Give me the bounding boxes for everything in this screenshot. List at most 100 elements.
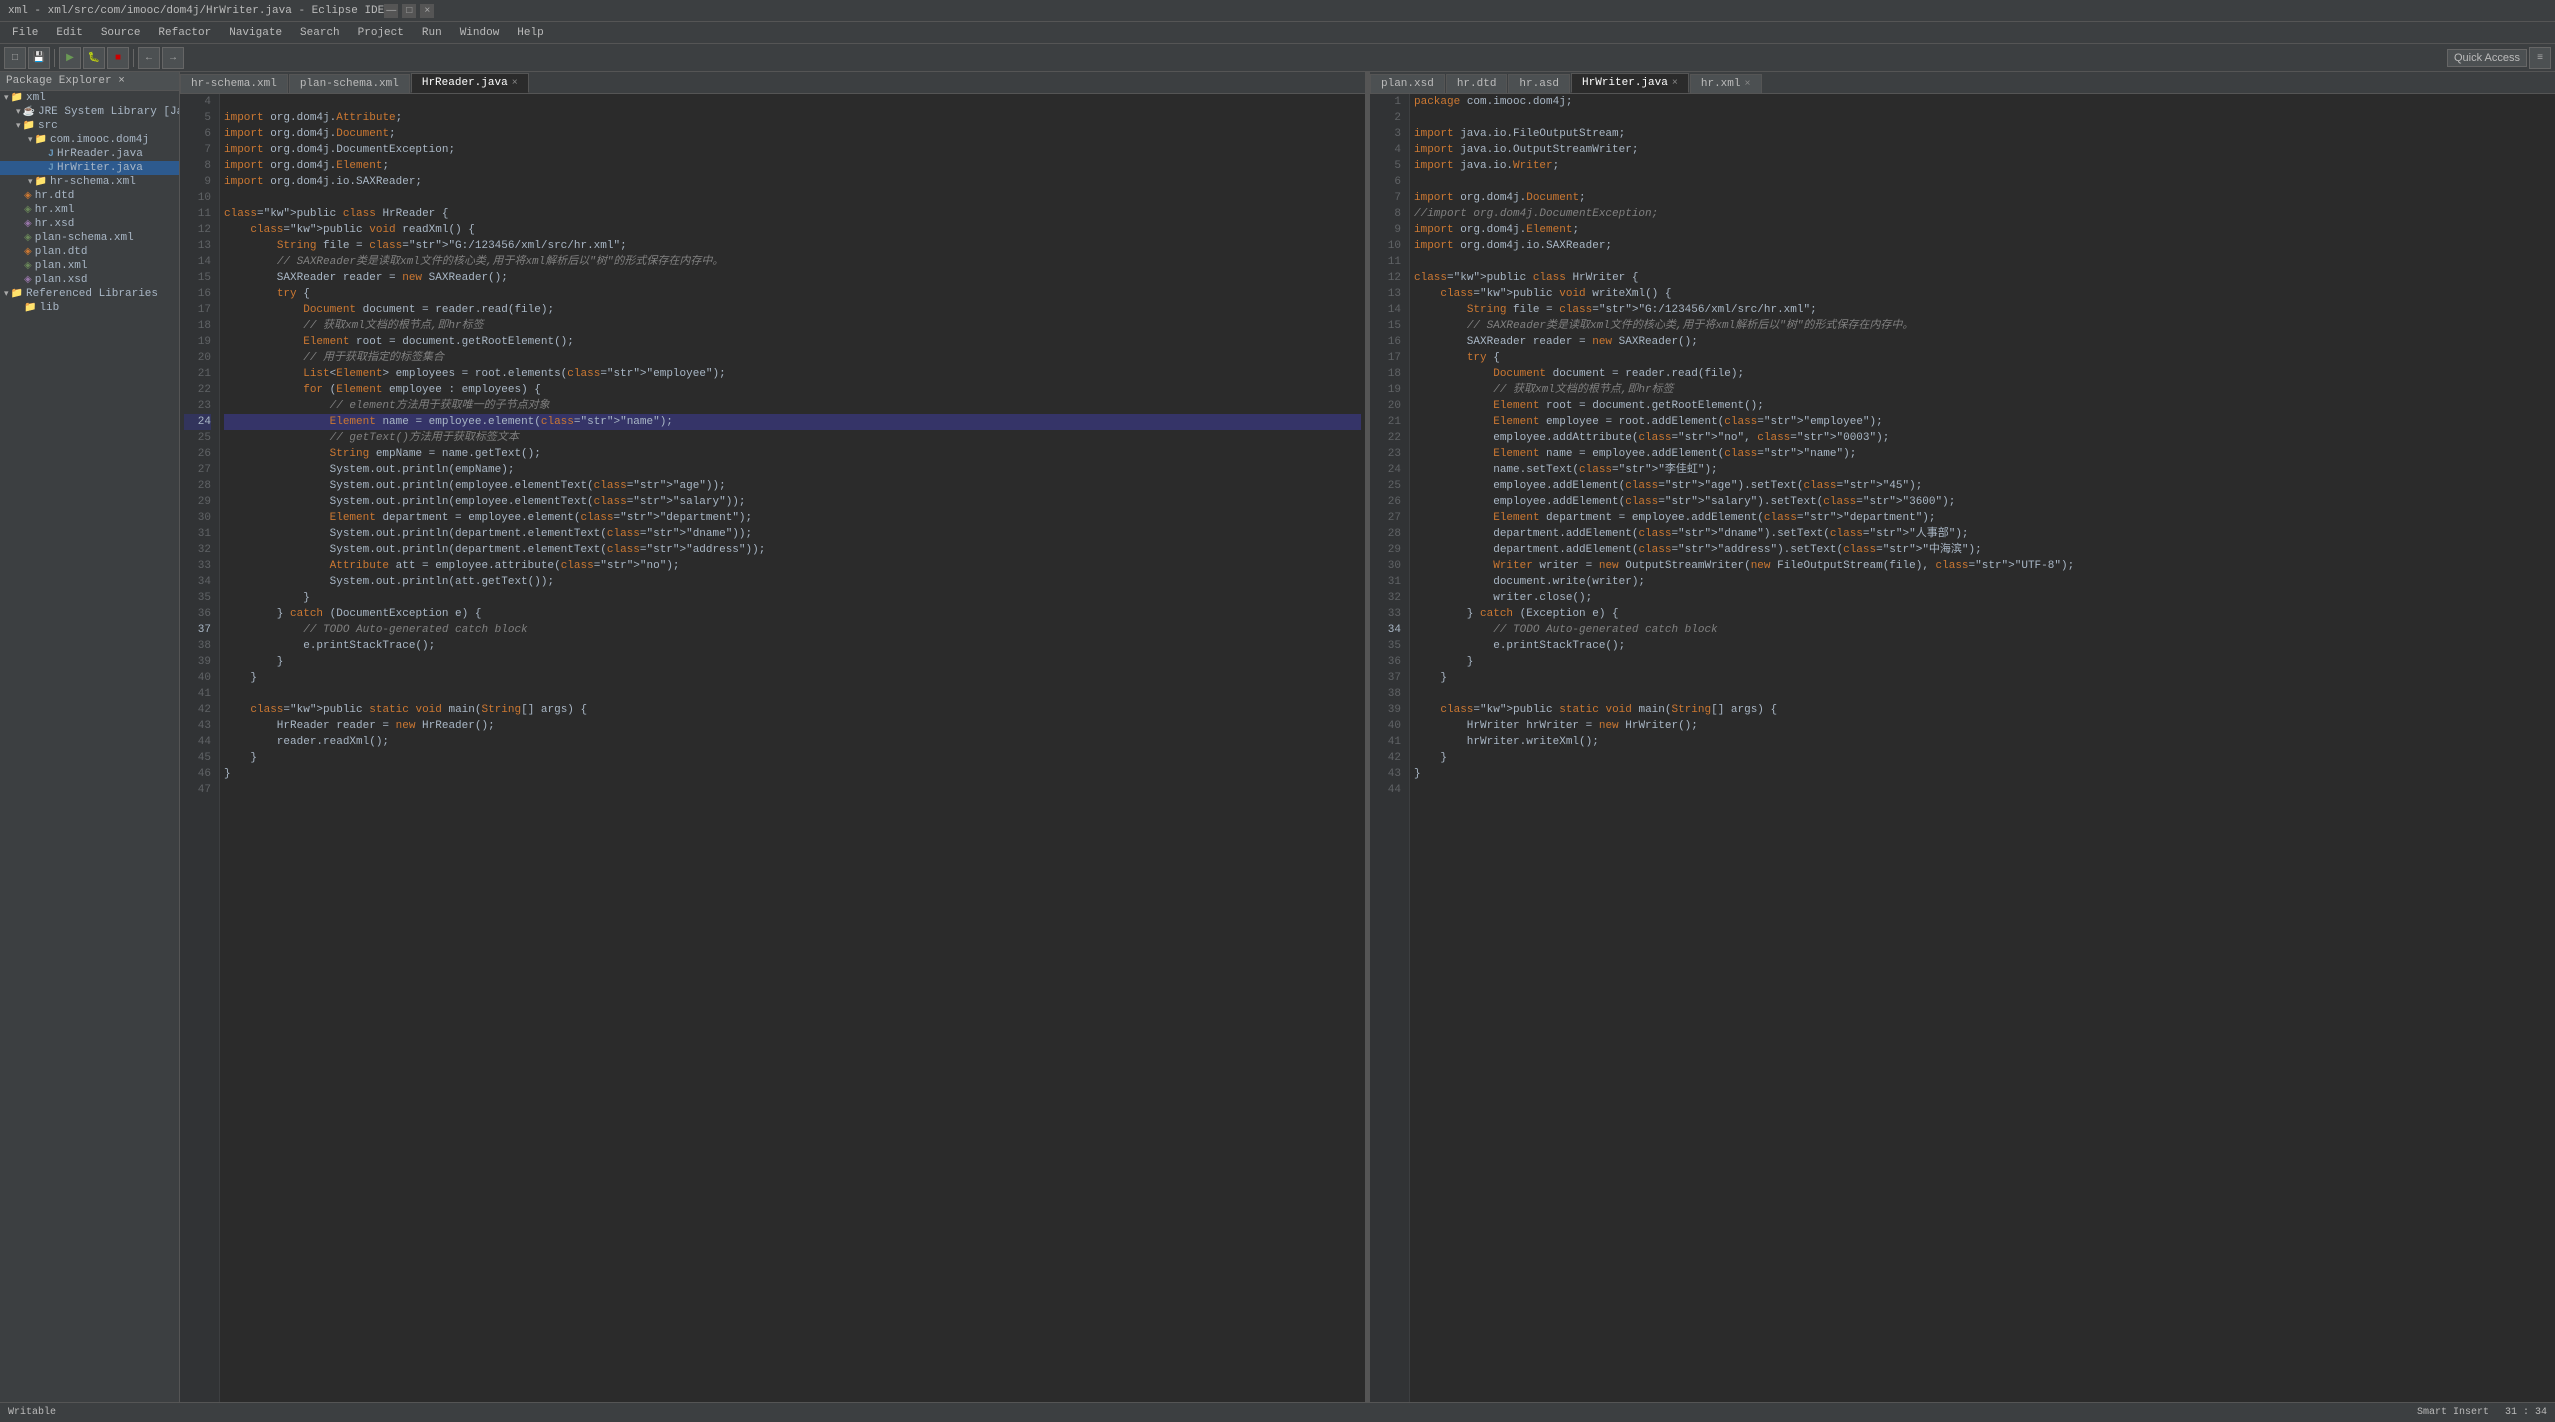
right-code-content[interactable]: package com.imooc.dom4j; import java.io.… [1410, 94, 2555, 1402]
save-button[interactable]: 💾 [28, 47, 50, 69]
pe-item-plan-schema-xml[interactable]: ◈plan-schema.xml [0, 231, 179, 245]
code-line-39: } [224, 654, 1361, 670]
menu-item-help[interactable]: Help [509, 25, 551, 41]
right-line-numbers: 1234567891011121314151617181920212223242… [1370, 94, 1410, 1402]
line-number-21: 21 [184, 366, 211, 382]
code-line-41 [224, 686, 1361, 702]
pe-item-com-imooc-dom4j[interactable]: ▾📁com.imooc.dom4j [0, 133, 179, 147]
back-button[interactable]: ← [138, 47, 160, 69]
pe-item-hrwriter-java[interactable]: JHrWriter.java [0, 161, 179, 175]
code-line-21: Element employee = root.addElement(class… [1414, 414, 2551, 430]
line-number-40: 40 [1374, 718, 1401, 734]
titlebar-controls[interactable]: — □ × [384, 4, 434, 18]
left-line-numbers: 4567891011121314151617181920212223242526… [180, 94, 220, 1402]
code-line-17: Document document = reader.read(file); [224, 302, 1361, 318]
debug-button[interactable]: 🐛 [83, 47, 105, 69]
pe-item-plan-xsd[interactable]: ◈plan.xsd [0, 273, 179, 287]
line-number-7: 7 [1374, 190, 1401, 206]
line-number-8: 8 [184, 158, 211, 174]
code-line-30: Writer writer = new OutputStreamWriter(n… [1414, 558, 2551, 574]
pe-item-hr-xsd[interactable]: ◈hr.xsd [0, 217, 179, 231]
view-menu-button[interactable]: ≡ [2529, 47, 2551, 69]
code-line-16: try { [224, 286, 1361, 302]
code-line-8: //import org.dom4j.DocumentException; [1414, 206, 2551, 222]
tab-close-hrwriter-java[interactable]: × [1672, 78, 1678, 89]
line-number-25: 25 [1374, 478, 1401, 494]
tab-plan-schema-xml[interactable]: plan-schema.xml [289, 74, 410, 93]
menu-item-file[interactable]: File [4, 25, 46, 41]
tab-hr-asd[interactable]: hr.asd [1508, 74, 1570, 93]
code-line-25: employee.addElement(class="str">"age").s… [1414, 478, 2551, 494]
code-line-9: import org.dom4j.io.SAXReader; [224, 174, 1361, 190]
code-line-25: // getText()方法用于获取标签文本 [224, 430, 1361, 446]
tab-close-hrreader-java[interactable]: × [512, 78, 518, 89]
maximize-button[interactable]: □ [402, 4, 416, 18]
quick-access-button[interactable]: Quick Access [2447, 49, 2527, 67]
line-number-33: 33 [1374, 606, 1401, 622]
pe-item-referenced-libraries[interactable]: ▾📁Referenced Libraries [0, 287, 179, 301]
run-button[interactable]: ▶ [59, 47, 81, 69]
code-line-47 [224, 782, 1361, 798]
pe-item-hr-xml[interactable]: ◈hr.xml [0, 203, 179, 217]
left-code-area[interactable]: 4567891011121314151617181920212223242526… [180, 94, 1365, 1402]
line-number-42: 42 [1374, 750, 1401, 766]
line-number-17: 17 [184, 302, 211, 318]
line-number-19: 19 [184, 334, 211, 350]
menu-item-search[interactable]: Search [292, 25, 348, 41]
right-code-area[interactable]: 1234567891011121314151617181920212223242… [1370, 94, 2555, 1402]
line-number-9: 9 [184, 174, 211, 190]
code-line-23: // element方法用于获取唯一的子节点对象 [224, 398, 1361, 414]
menu-item-navigate[interactable]: Navigate [221, 25, 290, 41]
line-number-22: 22 [1374, 430, 1401, 446]
left-code-content[interactable]: import org.dom4j.Attribute; import org.do… [220, 94, 1365, 1402]
line-number-1: 1 [1374, 94, 1401, 110]
menu-item-refactor[interactable]: Refactor [150, 25, 219, 41]
code-line-37: // TODO Auto-generated catch block [224, 622, 1361, 638]
new-button[interactable]: □ [4, 47, 26, 69]
menu-item-project[interactable]: Project [350, 25, 412, 41]
pe-item-plan-xml[interactable]: ◈plan.xml [0, 259, 179, 273]
code-line-32: System.out.println(department.elementTex… [224, 542, 1361, 558]
tab-hr-dtd[interactable]: hr.dtd [1446, 74, 1508, 93]
forward-button[interactable]: → [162, 47, 184, 69]
menu-item-source[interactable]: Source [93, 25, 149, 41]
line-number-39: 39 [184, 654, 211, 670]
pe-item-plan-dtd[interactable]: ◈plan.dtd [0, 245, 179, 259]
stop-button[interactable]: ■ [107, 47, 129, 69]
code-line-30: Element department = employee.element(cl… [224, 510, 1361, 526]
close-button[interactable]: × [420, 4, 434, 18]
minimize-button[interactable]: — [384, 4, 398, 18]
tab-plan-xsd[interactable]: plan.xsd [1370, 74, 1445, 93]
line-number-35: 35 [184, 590, 211, 606]
line-number-44: 44 [184, 734, 211, 750]
code-line-35: e.printStackTrace(); [1414, 638, 2551, 654]
code-line-42: } [1414, 750, 2551, 766]
line-number-13: 13 [1374, 286, 1401, 302]
tab-hrwriter-java[interactable]: HrWriter.java× [1571, 73, 1689, 93]
pe-item-hr-schema-xml[interactable]: ▾📁hr-schema.xml [0, 175, 179, 189]
menu-item-window[interactable]: Window [452, 25, 508, 41]
menu-item-run[interactable]: Run [414, 25, 450, 41]
package-explorer-content[interactable]: ▾📁xml▾☕JRE System Library [JavaSE-1.8]▾📁… [0, 91, 179, 1402]
code-line-26: String empName = name.getText(); [224, 446, 1361, 462]
pe-item-lib[interactable]: 📁lib [0, 301, 179, 315]
pe-item-xml[interactable]: ▾📁xml [0, 91, 179, 105]
tab-hr-xml[interactable]: hr.xml× [1690, 74, 1762, 93]
line-number-34: 34 [184, 574, 211, 590]
code-line-2 [1414, 110, 2551, 126]
line-number-36: 36 [184, 606, 211, 622]
right-tab-bar: plan.xsdhr.dtdhr.asdHrWriter.java×hr.xml… [1370, 72, 2555, 94]
code-line-32: writer.close(); [1414, 590, 2551, 606]
tab-close-hr-xml[interactable]: × [1744, 79, 1750, 90]
pe-item-jre-system-library--javase-1-8-[interactable]: ▾☕JRE System Library [JavaSE-1.8] [0, 105, 179, 119]
pe-item-src[interactable]: ▾📁src [0, 119, 179, 133]
code-line-31: document.write(writer); [1414, 574, 2551, 590]
pe-item-hr-dtd[interactable]: ◈hr.dtd [0, 189, 179, 203]
pe-item-hrreader-java[interactable]: JHrReader.java [0, 147, 179, 161]
code-line-3: import java.io.FileOutputStream; [1414, 126, 2551, 142]
menu-item-edit[interactable]: Edit [48, 25, 90, 41]
code-line-5: import org.dom4j.Attribute; [224, 110, 1361, 126]
tab-hrreader-java[interactable]: HrReader.java× [411, 73, 529, 93]
tab-hr-schema-xml[interactable]: hr-schema.xml [180, 74, 288, 93]
line-number-6: 6 [1374, 174, 1401, 190]
